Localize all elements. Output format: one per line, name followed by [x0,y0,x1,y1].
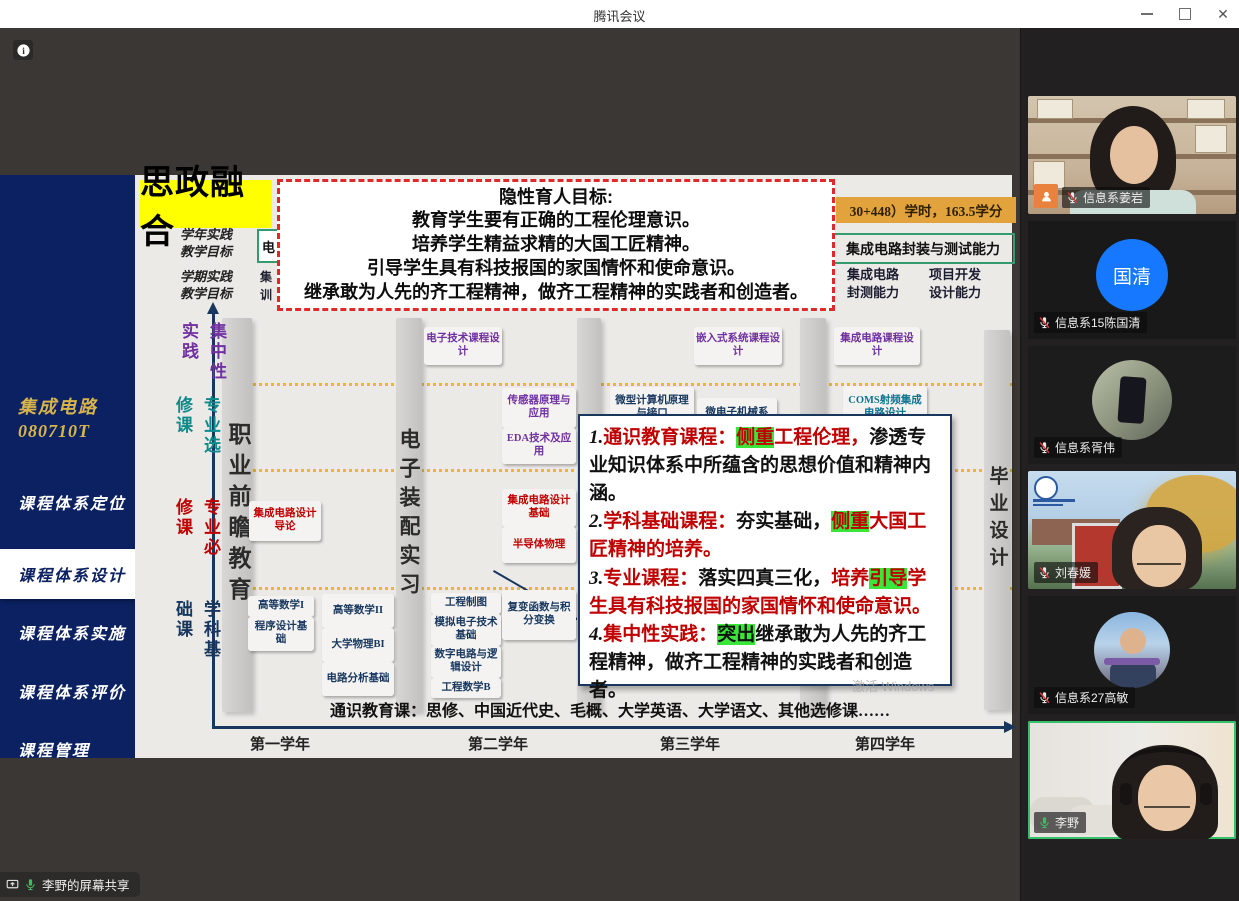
school-logo [1034,476,1058,500]
year-label: 第三学年 [660,733,720,754]
participant-name-chip: 信息系胥伟 [1034,437,1122,458]
course-box: 集成电路设计导论 [249,501,321,541]
hidden-text-fragment: 训 [260,286,276,303]
course-box: EDA技术及应用 [502,428,576,464]
screen-share-badge: 李野的屏幕共享 [0,872,140,897]
avatar-photo [1094,612,1170,688]
avatar-initials: 国清 [1096,239,1168,311]
x-axis-line [212,726,1006,729]
mic-active-icon [1038,816,1051,829]
mic-muted-icon [1066,191,1079,204]
ideology-notes-overlay: 1.通识教育课程：侧重工程伦理，渗透专业知识体系中所蕴含的思想价值和精神内涵。2… [578,414,952,686]
year-label: 第二学年 [468,733,528,754]
year-label: 第一学年 [250,733,310,754]
program-code: 080710T [18,421,90,442]
nav-item-positioning[interactable]: 课程体系定位 [18,490,126,514]
window-title: 腾讯会议 [0,6,1239,25]
year-label: 第四学年 [855,733,915,754]
row-label-foundation: 础课学科基 [170,600,223,660]
course-box: 集成电路课程设计 [834,327,920,365]
participant-tile[interactable]: 国清 信息系15陈国清 [1028,221,1236,339]
participant-tile[interactable]: 信息系27高敏 [1028,596,1236,714]
capability-item: 集成电路封测能力 [838,266,908,301]
maximize-icon [1179,8,1191,20]
course-box: 高等数学I [248,596,314,617]
credit-hours-bar: 30+448）学时，163.5学分 [836,197,1016,223]
hidden-goal-title: 隐性育人目标: [280,186,832,210]
nav-item-implementation[interactable]: 课程体系实施 [18,620,126,644]
mic-active-icon [24,878,37,891]
participant-name-chip: 信息系27高敏 [1034,687,1135,708]
mic-muted-icon [1038,566,1051,579]
info-icon[interactable]: i [13,40,33,60]
participant-tile[interactable]: 信息系姜岩 [1028,96,1236,214]
mic-muted-icon [1038,441,1051,454]
course-box: 大学物理BI [322,628,394,662]
avatar-photo [1092,360,1172,440]
shared-app-sidebar: 集成电路 080710T 课程体系定位 课程体系设计 课程体系实施 课程体系评价… [0,175,135,758]
capability-item: 项目开发设计能力 [920,266,990,301]
course-box: 工程制图 [431,593,501,614]
course-box: 电路分析基础 [322,662,394,696]
program-name: 集成电路 [18,393,98,419]
slide-topic-badge: 思政融合 [140,180,272,228]
participant-name-chip: 李野 [1034,812,1086,833]
row-label-practice: 实践集中性 [176,322,229,382]
mic-muted-icon [1038,691,1051,704]
participant-tile[interactable]: 信息系胥伟 [1028,346,1236,464]
x-axis-arrowhead [1004,721,1016,733]
course-box: 半导体物理 [502,527,576,563]
host-badge [1034,184,1058,208]
participant-name-chip: 信息系15陈国清 [1034,312,1147,333]
minimize-icon [1141,13,1153,15]
hidden-goal-box: 隐性育人目标: 教育学生要有正确的工程伦理意识。 培养学生精益求精的大国工匠精神… [277,179,835,311]
course-box: 高等数学II [322,594,394,628]
course-box: 传感器原理与应用 [502,388,576,428]
course-box: 嵌入式系统课程设计 [694,327,782,365]
windows-activation-watermark: 激活 Windows [852,676,934,695]
course-box: 电子技术课程设计 [424,327,502,365]
course-box: 复变函数与积分变换 [502,590,576,640]
minimize-button[interactable] [1139,6,1155,22]
nav-item-evaluation[interactable]: 课程体系评价 [18,679,126,703]
practice-goal-label: 学年实践教学目标 [174,227,238,261]
hidden-text-fragment: 集 [260,268,276,285]
column-assembly-practice: 电子装配实习 [396,318,422,712]
practice-goal-label: 学期实践教学目标 [174,269,238,303]
person-icon [1040,190,1053,203]
column-graduation-design: 毕业设计 [984,330,1010,710]
course-box: 数字电路与逻辑设计 [431,646,501,678]
capability-box: 集成电路封装与测试能力 [831,233,1015,264]
headphone-icon [1120,783,1132,805]
svg-text:i: i [22,46,25,56]
row-label-elective: 修课专业选 [170,396,223,456]
y-axis-arrowhead [207,302,219,314]
share-badge-label: 李野的屏幕共享 [42,875,130,894]
course-box: 模拟电子技术基础 [431,614,501,646]
share-screen-icon [6,878,19,891]
close-button[interactable]: ✕ [1215,6,1231,22]
participant-name-chip: 刘春媛 [1034,562,1098,583]
maximize-button[interactable] [1177,6,1193,22]
participant-tile-active-speaker[interactable]: 李野 [1028,721,1236,839]
row-label-required: 修课专业必 [170,498,223,558]
course-box: 工程数学B [431,678,501,698]
titlebar: 腾讯会议 ✕ [0,0,1239,29]
mic-muted-icon [1038,316,1051,329]
course-box: 程序设计基础 [248,617,314,651]
nav-item-management[interactable]: 课程管理 [18,737,90,761]
participant-tile[interactable]: 刘春媛 [1028,471,1236,589]
participant-name-chip: 信息系姜岩 [1062,187,1150,208]
tencent-meeting-window: 腾讯会议 ✕ i 集成电路 080710T 课程体系定位 课程体系设计 课程体系… [0,0,1239,901]
course-box: 集成电路设计基础 [502,489,576,527]
